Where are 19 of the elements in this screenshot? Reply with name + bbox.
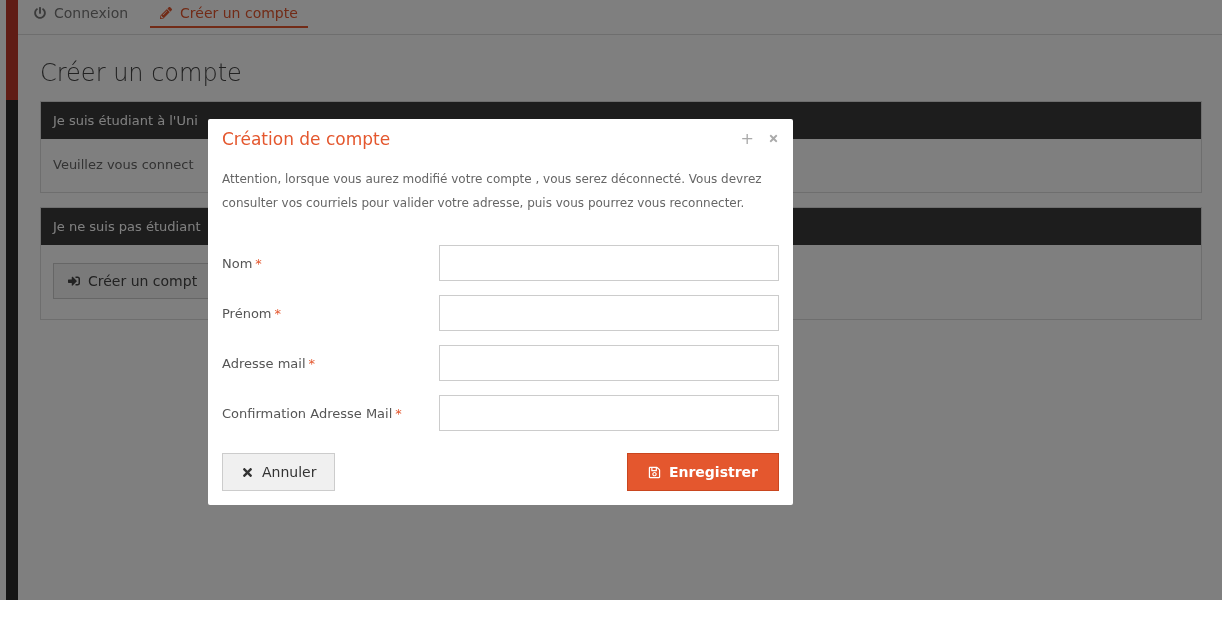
tab[interactable]: Connexion <box>24 0 139 28</box>
panel-text: Veuillez vous connect <box>53 157 194 172</box>
page-title: Créer un compte <box>40 59 243 87</box>
save-button[interactable]: Enregistrer <box>626 453 779 491</box>
input-field[interactable] <box>439 345 779 381</box>
input-field[interactable] <box>439 395 779 431</box>
save-icon <box>647 465 661 479</box>
input-field[interactable] <box>439 245 779 281</box>
pencil-icon <box>160 7 173 19</box>
tab[interactable]: Créer un compte <box>150 0 308 28</box>
field-label: Prénom * <box>222 305 283 321</box>
field-label: Confirmation Adresse Mail * <box>222 405 403 421</box>
sign-in-icon <box>68 275 80 287</box>
field-label: Adresse mail * <box>222 355 316 371</box>
input-field[interactable] <box>439 295 779 331</box>
power-icon <box>34 7 46 19</box>
close-icon <box>241 465 254 479</box>
field-label: Nom * <box>222 255 263 271</box>
cancel-button[interactable]: Annuler <box>222 453 336 491</box>
